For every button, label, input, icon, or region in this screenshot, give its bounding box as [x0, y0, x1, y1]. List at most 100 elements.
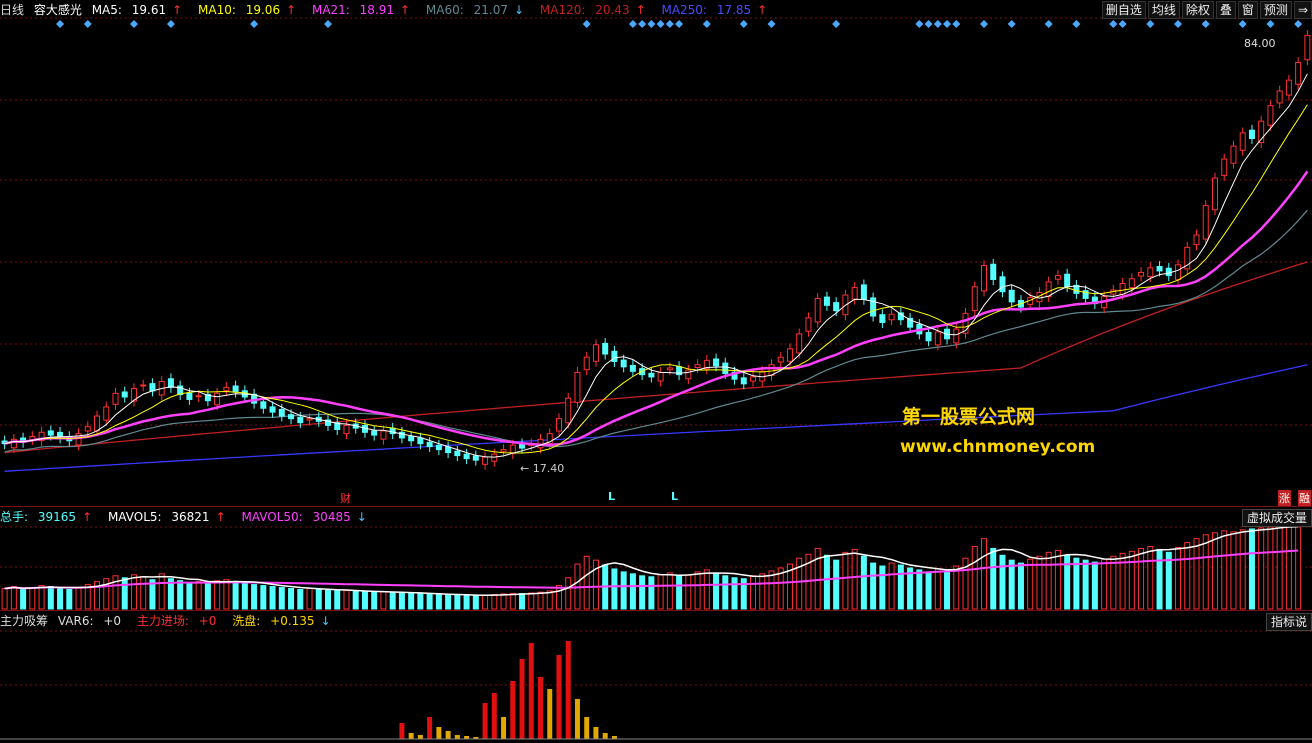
mavol5-legend: MAVOL5: 36821 ↑	[108, 510, 232, 524]
main-force-bar	[528, 643, 534, 739]
total-volume-label: 总手:	[0, 510, 29, 524]
main-force-bar	[538, 677, 544, 739]
window-button[interactable]: 窗	[1237, 1, 1258, 19]
moving-average-button[interactable]: 均线	[1147, 1, 1180, 19]
main-force-bar	[427, 717, 433, 739]
volume-bar	[47, 586, 54, 610]
candle-body	[1211, 177, 1218, 211]
indicator-chart[interactable]	[0, 611, 1312, 743]
candle-body	[149, 383, 156, 392]
ma5-value: 19.61	[131, 3, 167, 17]
volume-bar	[916, 569, 923, 610]
volume-bar	[121, 577, 128, 610]
candle-body	[1064, 273, 1071, 288]
volume-bar	[75, 587, 82, 610]
signal-diamond-icon	[832, 20, 841, 28]
wash-bar	[547, 689, 553, 739]
volume-bar	[29, 587, 36, 610]
var6-legend: VAR6: +0	[58, 614, 127, 628]
volume-bar	[666, 572, 673, 610]
volume-bar	[1193, 538, 1200, 610]
ma21-value: 18.91	[359, 3, 395, 17]
candle-body	[713, 358, 720, 367]
candle-body	[851, 287, 858, 300]
watermark-url: www.chnmoney.com	[900, 437, 1096, 457]
candle-body	[1248, 129, 1255, 139]
finance-marker[interactable]: 财	[340, 490, 351, 506]
volume-bar	[57, 587, 64, 610]
total-volume-legend: 总手: 39165 ↑	[0, 510, 98, 524]
l-marker-2[interactable]: L	[671, 490, 678, 503]
price-chart[interactable]	[0, 0, 1312, 506]
volume-bar	[611, 568, 618, 610]
signal-diamond-icon	[1044, 20, 1053, 28]
wash-bar	[445, 731, 451, 739]
signal-diamond-icon	[1238, 20, 1247, 28]
candle-body	[777, 356, 784, 363]
margin-marker[interactable]: 融	[1298, 490, 1311, 506]
volume-bar	[491, 594, 498, 610]
overlay-button[interactable]: 叠	[1215, 1, 1236, 19]
candle-body	[555, 418, 562, 432]
signal-diamond-icon	[250, 20, 259, 28]
var6-label: VAR6:	[57, 614, 94, 628]
candle-body	[1276, 90, 1283, 104]
candle-body	[491, 453, 498, 462]
volume-bar	[1285, 524, 1292, 610]
indicator-explain-button[interactable]: 指标说	[1265, 613, 1312, 631]
candle-body	[408, 436, 415, 442]
volume-bar	[1110, 555, 1117, 610]
volume-bar	[130, 574, 137, 610]
l-marker-1[interactable]: L	[608, 490, 615, 503]
candle-body	[666, 367, 673, 371]
candle-body	[1230, 145, 1237, 164]
candle-body	[629, 365, 636, 372]
candle-body	[1008, 289, 1015, 303]
more-arrow-icon[interactable]: ⇒	[1293, 1, 1312, 19]
candle-body	[288, 414, 295, 420]
ma120-label: MA120:	[539, 3, 586, 17]
volume-bar	[1230, 531, 1237, 610]
virtual-volume-button[interactable]: 虚拟成交量	[1241, 509, 1312, 527]
volume-bar	[463, 594, 470, 610]
volume-bar	[944, 570, 951, 610]
volume-bar	[380, 591, 387, 610]
volume-bar	[990, 547, 997, 610]
limit-up-marker[interactable]: 涨	[1278, 490, 1291, 506]
forecast-button[interactable]: 预测	[1259, 1, 1292, 19]
ma120-arrow: ↑	[635, 3, 646, 17]
candle-body	[167, 378, 174, 388]
candle-body	[990, 263, 997, 281]
price-panel[interactable]: 日线 容大感光 MA5: 19.61 ↑ MA10: 19.06 ↑ MA21: 1…	[0, 0, 1312, 506]
wash-bar	[417, 735, 423, 739]
total-volume-arrow: ↑	[82, 510, 93, 524]
wash-bar	[454, 735, 460, 739]
volume-bar	[343, 589, 350, 610]
candle-body	[426, 441, 433, 448]
mavol5-label: MAVOL5:	[107, 510, 162, 524]
ma250-line	[4, 364, 1308, 472]
volume-bar	[537, 591, 544, 610]
volume-panel[interactable]: 总手: 39165 ↑ MAVOL5: 36821 ↑ MAVOL50: 30485…	[0, 506, 1312, 611]
signal-diamond-icon	[56, 20, 65, 28]
delete-favorite-button[interactable]: 删自选	[1101, 1, 1146, 19]
candle-body	[1295, 61, 1302, 85]
wash-value: +0.135	[270, 614, 315, 628]
candle-body	[999, 276, 1006, 293]
signal-diamond-icon	[1007, 20, 1016, 28]
ex-rights-button[interactable]: 除权	[1181, 1, 1214, 19]
stock-name: 容大感光	[33, 3, 82, 17]
candle-body	[814, 297, 821, 323]
candle-body	[1285, 79, 1292, 96]
volume-bar	[1008, 559, 1015, 610]
volume-bar	[953, 565, 960, 610]
candle-body	[463, 453, 470, 460]
signal-diamond-icon	[943, 20, 952, 28]
signal-diamond-icon	[702, 20, 711, 28]
volume-bar	[1239, 529, 1246, 610]
signal-diamond-icon	[1174, 20, 1183, 28]
main-force-bar	[399, 723, 405, 739]
indicator-panel[interactable]: 主力吸筹 VAR6: +0 主力进场: +0 洗盘: +0.135 ↓ 指标说	[0, 610, 1312, 743]
volume-bar	[10, 586, 17, 610]
high-price-label: 84.00	[1244, 37, 1276, 50]
